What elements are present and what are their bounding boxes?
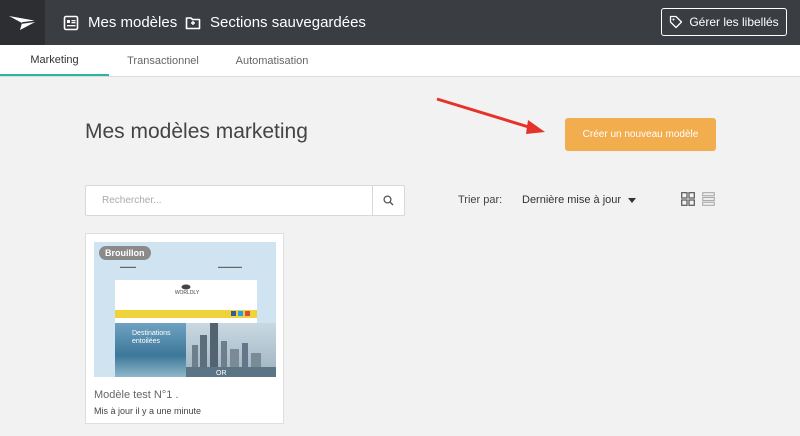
sort-label: Trier par: — [458, 194, 503, 206]
thumb-header-left: ▬▬▬▬ — [120, 264, 136, 269]
search-input[interactable]: Rechercher... — [85, 185, 373, 216]
app-logo[interactable] — [0, 0, 45, 45]
nav-saved-sections[interactable]: Sections sauvegardées — [185, 0, 366, 45]
tab-marketing[interactable]: Marketing — [0, 45, 109, 76]
template-card[interactable]: ▬▬▬▬ ▬▬▬▬▬▬ WORLDLY Destinations entoilé — [85, 233, 284, 424]
sort-dropdown[interactable]: Dernière mise à jour — [522, 194, 637, 206]
template-updated: Mis à jour il y a une minute — [94, 406, 202, 416]
manage-labels-label: Gérer les libellés — [689, 15, 779, 29]
template-name[interactable]: Modèle test N°1 . — [94, 389, 179, 401]
twitter-icon — [238, 311, 243, 316]
google-plus-icon — [245, 311, 250, 316]
nav-my-templates-label: Mes modèles — [88, 14, 178, 31]
nav-my-templates[interactable]: Mes modèles — [63, 0, 177, 45]
create-template-button[interactable]: Créer un nouveau modèle — [565, 118, 716, 151]
search-button[interactable] — [372, 185, 405, 216]
manage-labels-button[interactable]: Gérer les libellés — [661, 8, 787, 36]
nav-saved-sections-label: Sections sauvegardées — [210, 14, 366, 31]
grid-view-button[interactable] — [681, 192, 695, 211]
tab-marketing-label: Marketing — [30, 53, 79, 66]
thumb-header-right: ▬▬▬▬▬▬ — [218, 264, 242, 269]
sort-value: Dernière mise à jour — [522, 194, 622, 206]
facebook-icon — [231, 311, 236, 316]
list-view-button[interactable] — [702, 192, 715, 211]
tab-automation-label: Automatisation — [235, 54, 309, 67]
template-thumbnail[interactable]: ▬▬▬▬ ▬▬▬▬▬▬ WORLDLY Destinations entoilé — [94, 242, 276, 377]
thumb-hero-text: Destinations entoilées — [132, 330, 171, 345]
search-icon — [383, 195, 394, 206]
status-badge: Brouillon — [99, 246, 151, 260]
list-icon — [702, 192, 715, 206]
tab-transactional-label: Transactionnel — [127, 54, 199, 67]
thumb-brand-name: WORLDLY — [174, 290, 200, 296]
page-title: Mes modèles marketing — [85, 120, 308, 143]
search-placeholder: Rechercher... — [102, 195, 162, 206]
grid-icon — [681, 192, 695, 206]
caret-down-icon — [628, 197, 637, 203]
paper-plane-icon — [8, 15, 37, 30]
tab-transactional[interactable]: Transactionnel — [118, 45, 208, 76]
folder-icon — [185, 15, 201, 31]
tab-automation[interactable]: Automatisation — [226, 45, 318, 76]
templates-icon — [63, 15, 79, 31]
tab-bar: Marketing Transactionnel Automatisation — [0, 45, 800, 77]
top-bar: Mes modèles Sections sauvegardées Gérer … — [0, 0, 800, 45]
tag-icon — [669, 15, 683, 29]
city-skyline-icon — [186, 323, 276, 377]
thumb-hero-city — [186, 323, 276, 377]
thumb-or-text: OR — [216, 370, 227, 377]
